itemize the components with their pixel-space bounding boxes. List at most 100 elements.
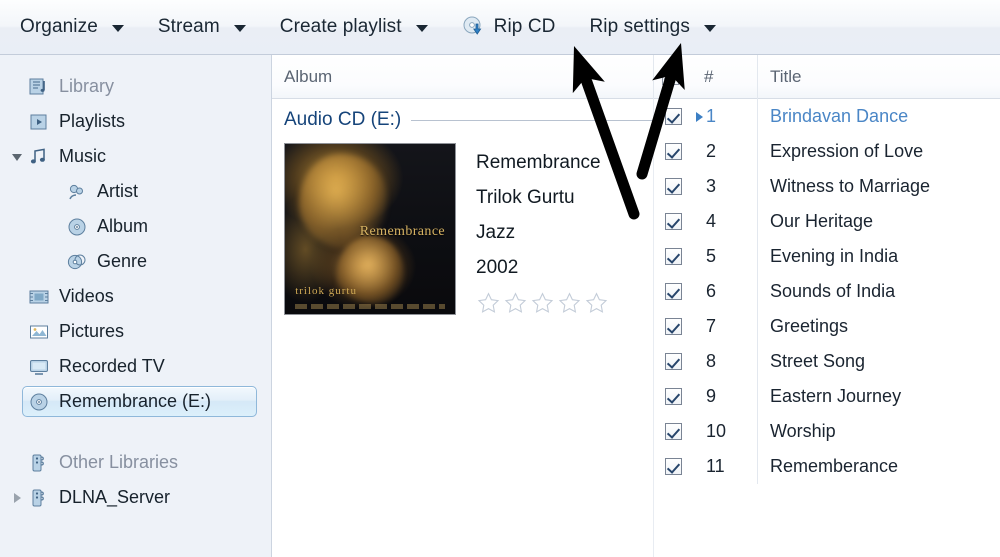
track-row[interactable]: 5 Evening in India [654,239,1000,274]
track-row[interactable]: 11 Rememberance [654,449,1000,484]
track-title[interactable]: Our Heritage [758,211,1000,232]
track-row[interactable]: 9 Eastern Journey [654,379,1000,414]
chevron-down-icon[interactable] [703,25,716,32]
track-title[interactable]: Worship [758,421,1000,442]
track-title[interactable]: Evening in India [758,246,1000,267]
track-row[interactable]: 4 Our Heritage [654,204,1000,239]
sidebar-item-recorded-tv[interactable]: Recorded TV [0,349,271,384]
star-icon[interactable] [584,291,609,320]
sidebar-item-label: Recorded TV [59,356,165,376]
track-checkbox[interactable] [664,318,682,335]
column-header-album[interactable]: Album [272,54,654,99]
star-icon[interactable] [476,291,501,320]
track-checkbox[interactable] [664,143,682,160]
sidebar-item-label: Other Libraries [59,452,179,472]
track-checkbox-cell[interactable] [654,283,692,300]
track-checkbox-cell[interactable] [654,318,692,335]
track-checkbox-cell[interactable] [654,388,692,405]
track-list[interactable]: 1 Brindavan Dance 2 Expression of Love 3 Witn… [654,99,1000,557]
album-art[interactable]: Remembrance trilok gurtu [284,143,456,315]
track-checkbox-cell[interactable] [654,458,692,475]
album-art-artist: trilok gurtu [295,285,357,297]
track-checkbox-cell[interactable] [654,143,692,160]
track-checkbox[interactable] [664,213,682,230]
main-content: Album # Title Audio CD (E:) Remembrance … [272,54,1000,557]
toolbar-item-stream[interactable]: Stream [152,8,252,46]
track-checkbox-cell[interactable] [654,213,692,230]
sidebar-item-remembrance-e[interactable]: Remembrance (E:) [0,384,271,419]
column-header-number[interactable]: # [692,54,758,99]
album-rating[interactable] [476,291,609,320]
album-art-title: Remembrance [359,223,446,239]
toolbar-item-label: Rip settings [589,16,690,37]
star-icon[interactable] [557,291,582,320]
track-row[interactable]: 3 Witness to Marriage [654,169,1000,204]
track-checkbox-cell[interactable] [654,423,692,440]
star-icon[interactable] [530,291,555,320]
chevron-right-icon [13,492,21,503]
track-checkbox[interactable] [664,178,682,195]
column-header-row[interactable]: Album # Title [272,54,1000,99]
track-title[interactable]: Brindavan Dance [758,106,1000,127]
track-checkbox[interactable] [664,423,682,440]
track-row[interactable]: 8 Street Song [654,344,1000,379]
track-checkbox[interactable] [664,248,682,265]
body-split: Library Playlists Music Artist Album Genre Vid… [0,54,1000,557]
twisty-expanded-icon[interactable] [8,152,26,161]
column-header-checkbox[interactable] [654,55,692,99]
track-title[interactable]: Eastern Journey [758,386,1000,407]
twisty-collapsed-icon[interactable] [8,492,26,503]
sidebar-item-pictures[interactable]: Pictures [0,314,271,349]
track-title[interactable]: Rememberance [758,456,1000,477]
track-number: 3 [706,169,758,204]
sidebar-item-library[interactable]: Library [0,69,271,104]
track-checkbox-cell[interactable] [654,108,692,125]
chevron-down-icon[interactable] [415,25,428,32]
track-row[interactable]: 10 Worship [654,414,1000,449]
track-checkbox[interactable] [664,108,682,125]
sidebar-item-genre[interactable]: Genre [0,244,271,279]
track-title[interactable]: Sounds of India [758,281,1000,302]
track-row[interactable]: 7 Greetings [654,309,1000,344]
track-checkbox[interactable] [664,283,682,300]
sidebar-item-label: DLNA_Server [59,487,171,507]
track-checkbox[interactable] [664,353,682,370]
toolbar-item-rip-settings[interactable]: Rip settings [583,8,721,46]
sidebar-item-album[interactable]: Album [0,209,271,244]
select-all-checkbox[interactable] [662,68,679,85]
sidebar-item-artist[interactable]: Artist [0,174,271,209]
navigation-sidebar[interactable]: Library Playlists Music Artist Album Genre Vid… [0,55,272,557]
track-row[interactable]: 1 Brindavan Dance [654,99,1000,134]
sidebar-item-music[interactable]: Music [0,139,271,174]
toolbar-item-rip-cd[interactable]: Rip CD [456,8,562,46]
album-art-credits [295,303,445,309]
track-title[interactable]: Greetings [758,316,1000,337]
sidebar-item-label: Playlists [59,111,126,131]
track-checkbox[interactable] [664,458,682,475]
toolbar-item-create-playlist[interactable]: Create playlist [274,8,434,46]
sidebar-item-videos[interactable]: Videos [0,279,271,314]
track-checkbox-cell[interactable] [654,178,692,195]
track-checkbox-cell[interactable] [654,248,692,265]
toolbar-item-organize[interactable]: Organize [14,8,130,46]
track-title[interactable]: Street Song [758,351,1000,372]
chevron-down-icon[interactable] [111,25,124,32]
column-header-title[interactable]: Title [758,55,1000,99]
sidebar-item-other-libraries[interactable]: Other Libraries [0,445,271,480]
track-checkbox[interactable] [664,388,682,405]
track-checkbox-cell[interactable] [654,353,692,370]
star-icon[interactable] [503,291,528,320]
track-row[interactable]: 2 Expression of Love [654,134,1000,169]
sidebar-item-dlna-server[interactable]: DLNA_Server [0,480,271,515]
toolbar-item-label: Organize [20,16,98,37]
sidebar-item-label: Remembrance (E:) [59,391,212,411]
sidebar-item-playlists[interactable]: Playlists [0,104,271,139]
track-row[interactable]: 6 Sounds of India [654,274,1000,309]
sidebar-item-label: Artist [97,181,139,201]
rip-cd-icon [462,15,486,39]
track-number: 6 [706,274,758,309]
track-title[interactable]: Expression of Love [758,141,1000,162]
track-title[interactable]: Witness to Marriage [758,176,1000,197]
chevron-down-icon[interactable] [233,25,246,32]
